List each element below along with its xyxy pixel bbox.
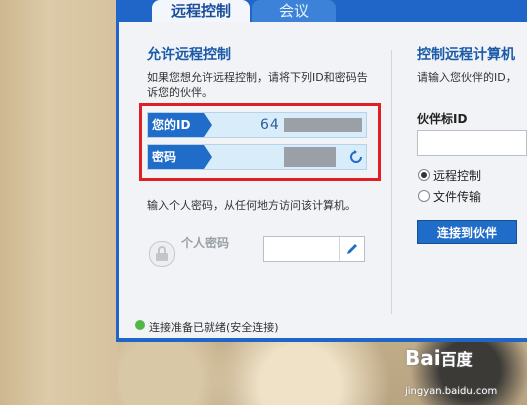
- control-remote-description: 请输入您伙伴的ID，: [417, 71, 517, 84]
- watermark-url: jingyan.baidu.com: [405, 386, 498, 397]
- connect-button[interactable]: 连接到伙伴: [417, 220, 517, 244]
- personal-password-input[interactable]: [263, 236, 365, 262]
- edit-icon[interactable]: [339, 237, 364, 261]
- partner-id-label: 伙伴标ID: [417, 112, 468, 126]
- personal-password-label: 个人密码: [181, 236, 230, 250]
- partner-id-input[interactable]: [417, 130, 527, 156]
- tab-bar: 远程控制 会议: [116, 0, 527, 22]
- tab-remote-control[interactable]: 远程控制: [152, 0, 250, 22]
- radio-remote-control-label: 远程控制: [433, 169, 482, 183]
- radio-file-transfer[interactable]: [418, 190, 430, 202]
- highlight-box: [139, 103, 381, 181]
- background-photo: [0, 0, 118, 405]
- status-text: 连接准备已就绪(安全连接): [149, 321, 279, 334]
- radio-remote-control[interactable]: [418, 169, 430, 181]
- control-remote-title: 控制远程计算机: [417, 47, 515, 63]
- radio-file-transfer-label: 文件传输: [433, 190, 482, 204]
- status-indicator: [135, 320, 145, 330]
- lock-icon: [149, 241, 175, 267]
- section-divider: [391, 50, 392, 314]
- status-bar: 连接准备已就绪(安全连接): [135, 319, 279, 335]
- allow-remote-title: 允许远程控制: [147, 47, 231, 63]
- allow-remote-description: 如果您想允许远程控制，请将下列ID和密码告诉您的伙伴。: [147, 71, 368, 99]
- personal-password-description: 输入个人密码，从任何地方访问该计算机。: [147, 199, 356, 212]
- tab-meeting[interactable]: 会议: [252, 0, 336, 22]
- baidu-watermark: Bai百度: [405, 346, 473, 370]
